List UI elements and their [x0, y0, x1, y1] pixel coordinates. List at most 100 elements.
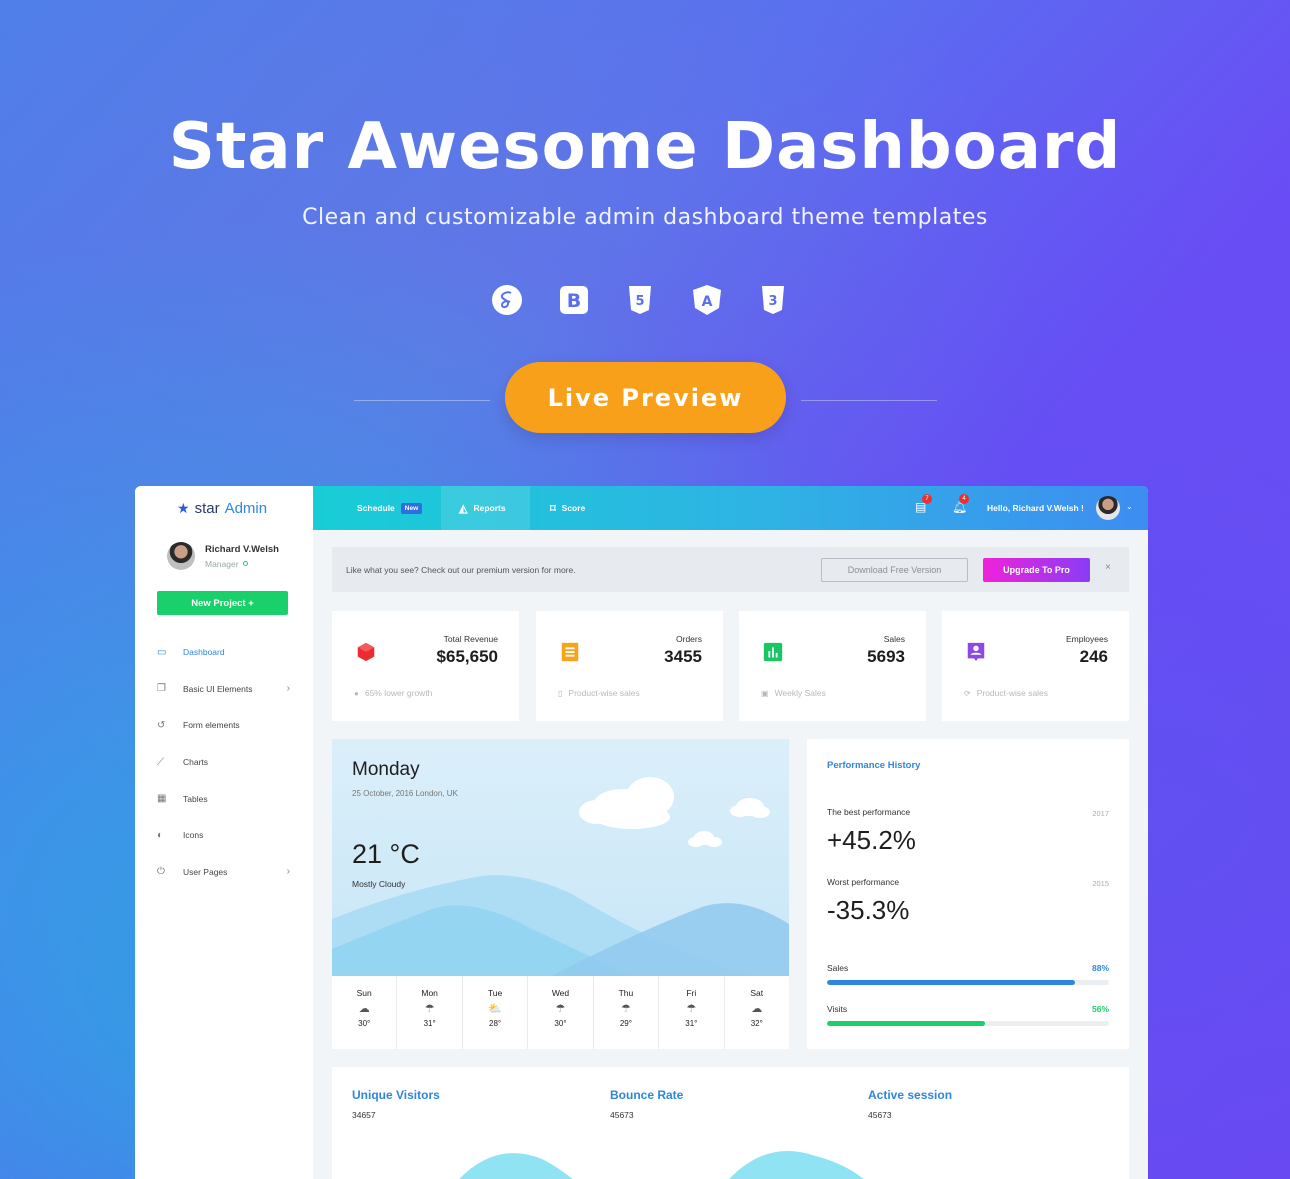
messages-button[interactable]: ▤ 7	[915, 494, 932, 514]
bar-chart-icon	[761, 640, 785, 664]
brand-logo[interactable]: ★ star Admin	[177, 500, 267, 517]
forecast-day-label: Sat	[750, 988, 764, 998]
sidebar-item-charts[interactable]: ⟋ Charts	[157, 744, 292, 781]
visits-percent: 56%	[1091, 1004, 1109, 1014]
stat-footer-text: Product-wise sales	[568, 688, 640, 698]
visitors-card: Unique Visitors 34657 Bounce Rate 45673 …	[332, 1067, 1129, 1179]
worst-performance-label: Worst performance	[827, 877, 900, 887]
svg-text:3: 3	[768, 294, 777, 309]
forecast-temp: 30°	[358, 1019, 371, 1028]
notifications-button[interactable]: 🔔︎ 4	[952, 494, 969, 514]
weather-condition: Mostly Cloudy	[352, 879, 406, 889]
sidebar-item-form-elements[interactable]: ↺ Form elements	[157, 707, 292, 744]
weather-forecast: Sun ☁ 30° Mon ☂ 31° Tue ⛅ 28° Wed ☂ 30° …	[332, 976, 789, 1049]
cloud-drizzle-icon: ☂	[424, 1003, 435, 1015]
sidebar-item-label: Tables	[183, 793, 208, 804]
tab-schedule[interactable]: Schedule New	[357, 486, 423, 530]
stat-value: 34657	[352, 1110, 376, 1120]
sidebar-item-label: Basic UI Elements	[183, 683, 253, 694]
visits-progress-bar	[827, 1021, 1109, 1026]
stat-card-orders: Orders 3455 ▯ Product-wise sales	[536, 611, 723, 721]
forecast-day-label: Sun	[356, 988, 372, 998]
forecast-temp: 31°	[423, 1019, 436, 1028]
dashboard-preview: ★ star Admin Richard V.Welsh Manager New …	[135, 486, 1148, 1179]
account-box-icon	[964, 640, 988, 664]
angular-icon: A	[690, 283, 724, 317]
sidebar-item-label: Dashboard	[183, 647, 225, 658]
weather-card: Monday 25 October, 2016 London, UK 21 °C…	[332, 739, 789, 1049]
stat-value: $65,650	[436, 647, 498, 666]
stat-label: Total Revenue	[443, 634, 498, 644]
sidebar-item-label: User Pages	[183, 866, 228, 877]
partly-cloudy-icon: ⛅	[488, 1003, 502, 1015]
user-greeting[interactable]: Hello, Richard V.Welsh !	[987, 503, 1084, 513]
forecast-temp: 30°	[554, 1019, 567, 1028]
visits-label: Visits	[827, 1004, 848, 1014]
stat-footer: ● 65% lower growth	[354, 688, 432, 698]
close-icon[interactable]: ×	[1105, 562, 1111, 573]
forecast-day-label: Tue	[487, 988, 503, 998]
receipt-icon	[558, 640, 582, 664]
visitors-wave-left	[459, 1153, 573, 1179]
promo-banner: Like what you see? Check out our premium…	[332, 547, 1129, 592]
sidebar-item-user-pages[interactable]: ⏻ User Pages ›	[157, 854, 292, 891]
stat-label: Sales	[883, 634, 905, 644]
avatar[interactable]	[1096, 496, 1120, 520]
tab-score[interactable]: ⌑ Score	[550, 486, 585, 530]
stat-footer: ▯ Product-wise sales	[558, 688, 640, 698]
stat-value: 45673	[868, 1110, 892, 1120]
forecast-day-label: Mon	[421, 988, 438, 998]
new-project-button[interactable]: New Project +	[157, 591, 288, 615]
cloud-download-icon: ☁	[751, 1003, 763, 1015]
sidebar-item-label: Icons	[183, 830, 204, 841]
chevron-right-icon: ›	[286, 683, 290, 695]
stat-card-total-revenue: Total Revenue $65,650 ● 65% lower growth	[332, 611, 519, 721]
live-preview-button[interactable]: Live Preview	[505, 362, 786, 433]
performance-history-card: Performance History The best performance…	[807, 739, 1129, 1049]
forecast-day: Mon ☂ 31°	[397, 976, 463, 1049]
stat-footer-text: Weekly Sales	[774, 688, 826, 698]
sidebar-item-dashboard[interactable]: ▭ Dashboard	[157, 634, 292, 671]
stat-label: Orders	[676, 634, 702, 644]
stat-title: Unique Visitors	[352, 1088, 440, 1102]
monitor-icon: ▭	[157, 646, 167, 658]
user-profile[interactable]: Richard V.Welsh Manager	[167, 542, 279, 570]
sidebar-item-tables[interactable]: ▦ Tables	[157, 780, 292, 817]
sidebar-item-icons[interactable]: ◐ Icons	[157, 817, 292, 854]
visits-progress-fill	[827, 1021, 985, 1026]
hero-subtitle: Clean and customizable admin dashboard t…	[302, 205, 988, 230]
forecast-day-label: Wed	[551, 988, 570, 998]
stat-footer: ▣ Weekly Sales	[761, 688, 826, 698]
performance-title: Performance History	[827, 760, 921, 771]
cloud-rain-icon: ☂	[620, 1003, 631, 1015]
forecast-day: Sat ☁ 32°	[725, 976, 789, 1049]
sidebar-item-basic-ui-elements[interactable]: ❐ Basic UI Elements ›	[157, 671, 292, 708]
alert-circle-icon: ●	[354, 688, 359, 698]
hero-title: Star Awesome Dashboard	[168, 110, 1122, 184]
sales-percent: 88%	[1091, 963, 1109, 973]
active-session-stat: Active session 45673	[868, 1088, 952, 1120]
svg-text:5: 5	[635, 294, 644, 309]
user-name: Richard V.Welsh	[205, 543, 279, 555]
stat-title: Active session	[868, 1088, 953, 1102]
download-free-version-button[interactable]: Download Free Version	[821, 558, 968, 582]
sidebar-nav: ▭ Dashboard ❐ Basic UI Elements › ↺ Form…	[157, 634, 292, 890]
stat-value: 3455	[664, 647, 702, 666]
user-role-label: Manager	[205, 558, 239, 569]
upgrade-to-pro-button[interactable]: Upgrade To Pro	[983, 558, 1090, 582]
forecast-day: Sun ☁ 30°	[332, 976, 398, 1049]
user-role: Manager	[205, 559, 279, 569]
avatar	[167, 542, 195, 570]
brand-name-part2: Admin	[224, 500, 268, 517]
table-icon: ▦	[157, 793, 167, 805]
chevron-down-icon[interactable]: ⌄	[1126, 502, 1133, 511]
weather-temperature: 21 °C	[352, 839, 420, 869]
tab-reports[interactable]: ◭ Reports	[441, 486, 530, 530]
star-icon: ★	[177, 500, 190, 516]
new-badge: New	[400, 502, 423, 514]
forecast-temp: 28°	[489, 1019, 502, 1028]
sidebar-item-label: Charts	[183, 757, 209, 768]
bookmark-icon: ⌑	[550, 502, 556, 515]
stat-title: Bounce Rate	[610, 1088, 684, 1102]
sidebar-item-label: Form elements	[183, 720, 240, 731]
